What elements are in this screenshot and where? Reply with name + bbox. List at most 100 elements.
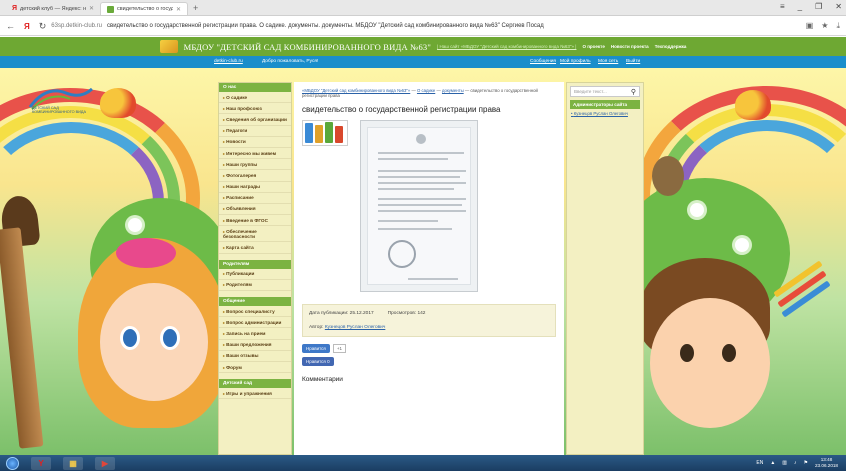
address-bar: ← Я ↻ 63sp.detkin-club.ru свидетельство … — [0, 17, 846, 36]
new-tab-button[interactable]: + — [193, 3, 198, 13]
nav-item-schedule[interactable]: Расписание — [219, 193, 291, 204]
nav-item-org-info[interactable]: Сведения об организации — [219, 114, 291, 126]
nav-item-groups[interactable]: Наши группы — [219, 159, 291, 171]
tab-title: детский клуб — Яндекс: нашлось… — [20, 5, 86, 12]
clock-date: 23.06.2018 — [815, 462, 838, 468]
top-link-about[interactable]: О проекте — [582, 44, 604, 49]
nav-item-ask-admin[interactable]: Вопрос администрации — [219, 317, 291, 329]
download-icon[interactable]: ⤓ — [836, 21, 840, 31]
nav-item-reviews[interactable]: Ваши отзывы — [219, 351, 291, 362]
profile-link[interactable]: Мой профиль — [560, 59, 591, 64]
language-indicator[interactable]: EN — [756, 460, 763, 466]
admin-link[interactable]: • Кузнецов Руслан Олегович — [571, 111, 639, 116]
nav-item-life[interactable]: Интересно мы живем — [219, 148, 291, 160]
nav-item-parents[interactable]: Родителям — [219, 280, 291, 291]
flag-icon[interactable]: ⚑ — [804, 460, 808, 466]
flower — [128, 218, 142, 232]
minimize-icon[interactable]: _ — [798, 2, 802, 11]
network-link[interactable]: Моя сеть — [598, 59, 618, 64]
nav-item-safety[interactable]: Обеспечение безопасности — [219, 226, 291, 243]
tray-arrow-icon[interactable]: ▲ — [770, 460, 775, 466]
nav-item-publications[interactable]: Публикации — [219, 269, 291, 280]
boy-eye — [722, 344, 736, 362]
close-tab-icon[interactable]: ✕ — [176, 6, 181, 13]
book — [325, 122, 333, 143]
nav-item-ask-specialist[interactable]: Вопрос специалисту — [219, 306, 291, 318]
site-subtitle-link[interactable]: | Наш сайт «МБДОУ "Детский сад комбиниро… — [437, 44, 576, 49]
like-button[interactable]: Нравится — [302, 344, 330, 353]
book — [315, 125, 323, 143]
book — [335, 126, 343, 143]
network-icon[interactable]: ▥ — [782, 460, 787, 466]
yandex-logo-icon[interactable]: Я — [24, 22, 30, 31]
nav-section-header: Родителям — [219, 259, 291, 269]
main-content: «МБДОУ "Детский сад комбинированного вид… — [294, 82, 564, 455]
top-link-news[interactable]: Новости проекта — [611, 44, 649, 49]
admin-name[interactable]: Кузнецов Руслан Олегович — [574, 111, 628, 116]
close-window-icon[interactable]: ✕ — [835, 2, 842, 11]
books-thumbnail[interactable] — [302, 120, 348, 146]
browser-tab-current[interactable]: свидетельство о государ ✕ — [100, 2, 188, 15]
search-icon[interactable]: ⚲ — [631, 88, 636, 96]
breadcrumb-docs[interactable]: документы — [442, 88, 464, 93]
emblem-icon — [416, 134, 426, 144]
site-emblem-icon — [159, 40, 178, 53]
text-line — [378, 158, 448, 160]
text-line — [378, 188, 454, 190]
back-arrow-icon[interactable]: ← — [6, 21, 15, 31]
top-link-support[interactable]: Техподдержка — [655, 44, 687, 49]
breadcrumb-about[interactable]: О садике — [417, 88, 435, 93]
browser-tab-yandex[interactable]: Я детский клуб — Яндекс: нашлось… ✕ — [6, 2, 100, 15]
nav-item-fgos[interactable]: Введение в ФГОС — [219, 215, 291, 227]
start-button[interactable] — [6, 456, 19, 470]
nav-item-gallery[interactable]: Фотогалерея — [219, 170, 291, 182]
volume-icon[interactable]: ♪ — [794, 460, 797, 466]
nav-item-teachers[interactable]: Педагоги — [219, 126, 291, 137]
certificate-document — [367, 127, 471, 285]
nav-item-awards[interactable]: Наши награды — [219, 182, 291, 193]
author-label: Автор: — [309, 325, 324, 330]
bookmark-star-icon[interactable]: ★ — [821, 21, 828, 31]
stamp-icon — [388, 240, 416, 268]
nav-item-appointment[interactable]: Запись на прием — [219, 328, 291, 340]
nav-item-news[interactable]: Новости — [219, 137, 291, 148]
search-input[interactable]: Введите текст... ⚲ — [570, 86, 640, 97]
taskbar-yandex-browser[interactable]: Y — [31, 456, 51, 470]
author-row: Автор: Кузнецов Руслан Олегович — [309, 325, 549, 330]
nav-item-forum[interactable]: Форум — [219, 362, 291, 374]
url-domain: 63sp.detkin-club.ru — [51, 23, 102, 29]
nav-item-suggestions[interactable]: Ваши предложения — [219, 340, 291, 351]
clock[interactable]: 13:48 23.06.2018 — [815, 457, 838, 468]
url-field[interactable]: ↻ 63sp.detkin-club.ru свидетельство о го… — [39, 21, 797, 32]
taskbar-explorer[interactable]: ▦ — [63, 456, 83, 470]
messages-link[interactable]: Сообщения — [530, 59, 556, 64]
author-link[interactable]: Кузнецов Руслан Олегович — [325, 325, 386, 330]
reader-icon[interactable]: ▣ — [806, 21, 814, 31]
like-count: +1 — [332, 344, 346, 353]
menu-icon[interactable]: ≡ — [780, 2, 785, 11]
nav-item-union[interactable]: Наш профсоюз — [219, 103, 291, 115]
text-line — [378, 170, 466, 172]
tab-title: свидетельство о государ — [117, 6, 173, 12]
site-name[interactable]: МБДОУ "ДЕТСКИЙ САД КОМБИНИРОВАННОГО ВИДА… — [184, 42, 431, 52]
text-line — [378, 152, 464, 154]
reload-icon[interactable]: ↻ — [39, 21, 47, 32]
nav-item-games[interactable]: Игры и упражнения — [219, 388, 291, 400]
restore-icon[interactable]: ❐ — [815, 2, 822, 11]
close-tab-icon[interactable]: ✕ — [89, 5, 94, 12]
nav-item-about[interactable]: О садике — [219, 92, 291, 104]
nav-item-announcements[interactable]: Объявления — [219, 204, 291, 216]
taskbar-media[interactable]: ▶ — [95, 456, 115, 470]
meta-row: Дата публикации: 25.12.2017 Просмотров: … — [309, 311, 549, 316]
certificate-image[interactable] — [360, 120, 478, 292]
nav-item-sitemap[interactable]: Карта сайта — [219, 242, 291, 254]
site-favicon-icon — [107, 5, 114, 13]
address-bar-tools: ▣ ★ ⤓ — [806, 21, 840, 31]
window-controls: ≡ _ ❐ ✕ — [780, 2, 842, 11]
user-bar: detkin-club.ru Добро пожаловать, Руся! С… — [0, 56, 846, 68]
facebook-like-button[interactable]: Нравится 0 — [302, 357, 334, 366]
text-line — [378, 210, 466, 212]
logout-link[interactable]: Выйти — [626, 59, 640, 64]
user-bar-site-link[interactable]: detkin-club.ru — [214, 59, 243, 64]
view-count: Просмотров: 142 — [387, 311, 426, 316]
